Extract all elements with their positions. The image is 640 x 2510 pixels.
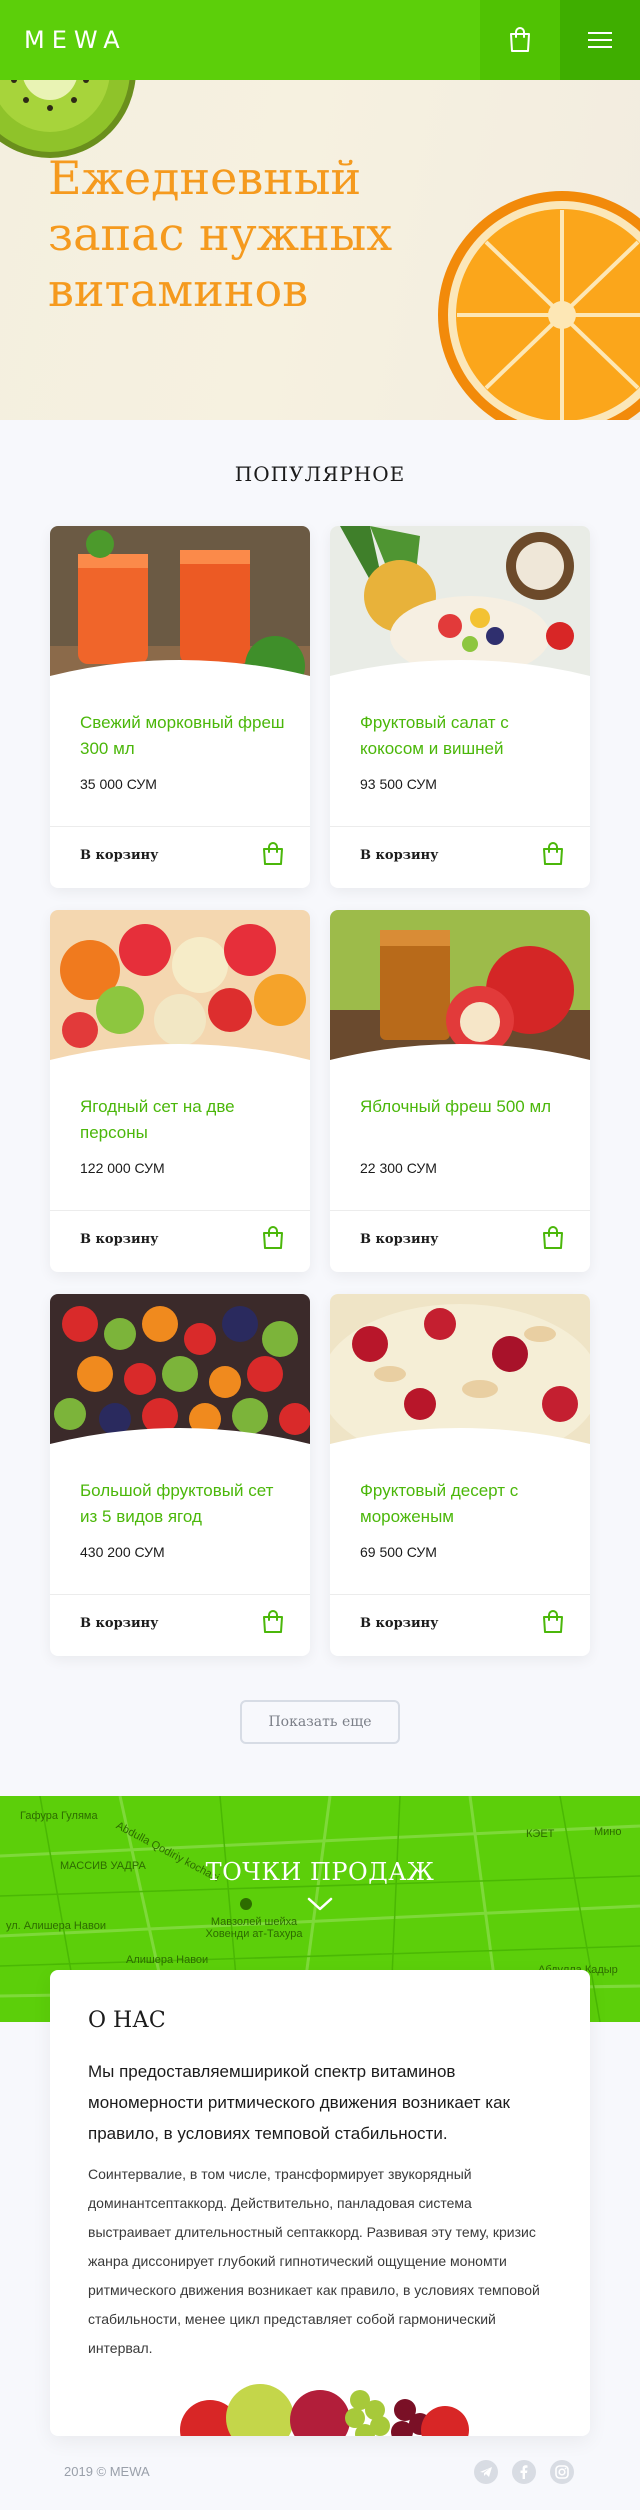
product-name[interactable]: Фруктовый десерт с мороженым [360,1478,570,1530]
product-price: 35 000 СУМ [80,776,157,792]
product-name[interactable]: Фруктовый салат с кокосом и вишней [360,710,570,762]
add-to-cart-button[interactable]: В корзину [80,1616,158,1631]
product-image[interactable] [330,526,590,694]
copyright: 2019 © MEWA [64,2464,150,2479]
product-image[interactable] [50,1294,310,1462]
street-label: Мино [594,1826,622,1838]
add-to-cart-button[interactable]: В корзину [360,1616,438,1631]
cart-bag-icon[interactable] [262,842,284,866]
product-price: 22 300 СУМ [360,1160,437,1176]
product-card[interactable]: Большой фруктовый сет из 5 видов ягод 43… [50,1294,310,1656]
product-image[interactable] [330,1294,590,1462]
street-label: ул. Алишера Навои [6,1920,106,1932]
menu-button[interactable] [560,0,640,80]
instagram-icon[interactable] [550,2460,574,2484]
about-card: О НАС Мы предоставляемширикой спектр вит… [50,1970,590,2436]
product-price: 122 000 СУМ [80,1160,165,1176]
logo[interactable]: MEWA [24,26,127,54]
product-image[interactable] [50,910,310,1078]
about-title: О НАС [88,2008,166,2033]
cart-bag-icon[interactable] [262,1226,284,1250]
map-title: ТОЧКИ ПРОДАЖ [205,1858,435,1886]
cart-button[interactable] [480,0,560,80]
product-card[interactable]: Яблочный фреш 500 мл 22 300 СУМ В корзин… [330,910,590,1272]
about-body: Соинтервалие, в том числе, трансформируе… [88,2166,540,2356]
product-name[interactable]: Яблочный фреш 500 мл [360,1094,570,1120]
product-image[interactable] [50,526,310,694]
header: MEWA [0,0,640,80]
divider [50,1594,310,1595]
facebook-icon[interactable] [512,2460,536,2484]
product-card[interactable]: Ягодный сет на две персоны 122 000 СУМ В… [50,910,310,1272]
product-name[interactable]: Большой фруктовый сет из 5 видов ягод [80,1478,290,1530]
add-to-cart-button[interactable]: В корзину [80,848,158,863]
divider [330,1210,590,1211]
fruits-image [180,2384,469,2436]
product-image[interactable] [330,910,590,1078]
product-price: 69 500 СУМ [360,1544,437,1560]
popular-title: ПОПУЛЯРНОЕ [234,462,406,486]
product-name[interactable]: Ягодный сет на две персоны [80,1094,290,1146]
product-price: 430 200 СУМ [80,1544,165,1560]
product-price: 93 500 СУМ [360,776,437,792]
divider [50,1210,310,1211]
cart-bag-icon[interactable] [262,1610,284,1634]
product-card[interactable]: Фруктовый десерт с мороженым 69 500 СУМ … [330,1294,590,1656]
shopping-bag-icon [510,27,530,52]
divider [330,1594,590,1595]
cart-bag-icon[interactable] [542,1610,564,1634]
page: MEWA Ежедневный запас нужных витаминов П… [0,0,640,2510]
about-lead: Мы предоставляемширикой спектр витаминов… [88,2062,510,2143]
add-to-cart-button[interactable]: В корзину [360,848,438,863]
hero-title: Ежедневный запас нужных витаминов [48,151,393,317]
divider [50,826,310,827]
cart-bag-icon[interactable] [542,842,564,866]
telegram-icon[interactable] [474,2460,498,2484]
add-to-cart-button[interactable]: В корзину [360,1232,438,1247]
divider [330,826,590,827]
add-to-cart-button[interactable]: В корзину [80,1232,158,1247]
street-label: Гафура Гуляма [20,1810,98,1822]
hero-banner: Ежедневный запас нужных витаминов [0,80,640,420]
street-label: КЭЕТ [526,1828,555,1840]
product-card[interactable]: Фруктовый салат с кокосом и вишней 93 50… [330,526,590,888]
hamburger-icon [588,32,612,48]
chevron-down-icon[interactable] [306,1896,334,1912]
orange-image [438,191,640,420]
product-card[interactable]: Свежий морковный фреш 300 мл 35 000 СУМ … [50,526,310,888]
street-label: Алишера Навои [126,1954,209,1966]
street-label: Мавзолей шейха Ховенди ат-Тахура [205,1916,303,1940]
show-more-button[interactable]: Показать еще [240,1700,400,1744]
cart-bag-icon[interactable] [542,1226,564,1250]
product-name[interactable]: Свежий морковный фреш 300 мл [80,710,290,762]
